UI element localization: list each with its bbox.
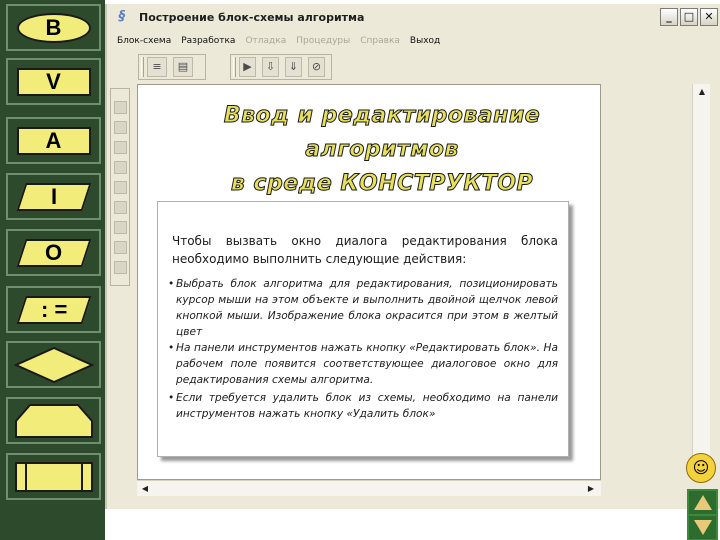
- delete-block-icon[interactable]: ▤: [173, 57, 193, 77]
- vt-begin-icon[interactable]: [114, 101, 127, 114]
- vt-action-icon[interactable]: [114, 121, 127, 134]
- palette-output-button[interactable]: O: [6, 229, 101, 276]
- app-icon: §: [118, 9, 126, 24]
- io-input-label: I: [50, 183, 57, 209]
- block-toolbar: [110, 88, 130, 286]
- output-label: O: [44, 239, 63, 265]
- help-character-icon[interactable]: ☺: [686, 453, 716, 483]
- palette-input-button[interactable]: V: [6, 58, 101, 105]
- vt-io-icon[interactable]: [114, 181, 127, 194]
- menu-exit[interactable]: Выход: [410, 36, 440, 46]
- instruction-item: • Выбрать блок алгоритма для редактирова…: [168, 276, 558, 340]
- palette-condition-button[interactable]: [6, 341, 101, 388]
- block-palette: B V A I O : =: [0, 0, 105, 540]
- instructions-panel: Чтобы вызвать окно диалога редактировани…: [157, 201, 569, 457]
- vt-loop-icon[interactable]: [114, 241, 127, 254]
- palette-assign-button[interactable]: : =: [6, 286, 101, 333]
- run-icon[interactable]: ▶: [239, 57, 256, 77]
- presentation-slide: B V A I O : = § Построение блок-схемы ал…: [0, 0, 720, 540]
- vt-subroutine-icon[interactable]: [114, 261, 127, 274]
- instructions-intro: Чтобы вызвать окно диалога редактировани…: [172, 234, 558, 266]
- menu-block-scheme[interactable]: Блок-схема: [117, 36, 171, 46]
- palette-io-input-button[interactable]: I: [6, 173, 101, 220]
- palette-action-button[interactable]: A: [6, 117, 101, 164]
- heading-line-1: Ввод и редактирование алгоритмов: [223, 103, 541, 163]
- edit-toolbar-group: ≡ ▤: [138, 54, 206, 80]
- step-over-icon[interactable]: ⇓: [285, 57, 302, 77]
- action-block-shape: A: [16, 126, 91, 155]
- toolbar-grip[interactable]: [141, 57, 144, 77]
- menu-bar: Блок-схема Разработка Отладка Процедуры …: [107, 32, 720, 50]
- bullet-icon: •: [168, 342, 175, 354]
- main-toolbar: ≡ ▤ ▶ ⇩ ⇓ ⊘: [107, 50, 720, 84]
- loop-hexagon-icon: [14, 403, 93, 438]
- subroutine-block-icon: [14, 461, 93, 492]
- begin-block-shape: B: [16, 12, 91, 43]
- scroll-left-arrow-icon[interactable]: ◀: [137, 481, 153, 497]
- output-block-shape: O: [15, 238, 92, 267]
- instruction-text: Выбрать блок алгоритма для редактировани…: [176, 278, 558, 338]
- stop-icon[interactable]: ⊘: [308, 57, 325, 77]
- run-toolbar-group: ▶ ⇩ ⇓ ⊘: [230, 54, 332, 80]
- maximize-button[interactable]: □: [680, 8, 698, 26]
- horizontal-scrollbar[interactable]: ◀ ▶: [137, 480, 601, 496]
- bullet-icon: •: [168, 392, 175, 404]
- window-title: Построение блок-схемы алгоритма: [139, 10, 365, 24]
- vt-input-icon[interactable]: [114, 141, 127, 154]
- io-input-block-shape: I: [15, 182, 92, 211]
- menu-help[interactable]: Справка: [360, 36, 400, 46]
- bullet-icon: •: [168, 278, 175, 290]
- window-titlebar: § Построение блок-схемы алгоритма _ □ ✕: [107, 4, 720, 30]
- vertical-scrollbar[interactable]: ▲ ▼: [692, 84, 710, 480]
- assign-label: : =: [40, 296, 67, 322]
- input-block-shape: V: [16, 67, 91, 96]
- instruction-item: • На панели инструментов нажать кнопку «…: [168, 340, 558, 388]
- minimize-button[interactable]: _: [660, 8, 678, 26]
- nav-up-button[interactable]: [687, 489, 718, 516]
- instruction-item: • Если требуется удалить блок из схемы, …: [168, 390, 558, 422]
- vt-output-icon[interactable]: [114, 161, 127, 174]
- menu-development[interactable]: Разработка: [181, 36, 235, 46]
- edit-block-icon[interactable]: ≡: [147, 57, 167, 77]
- vt-condition-icon[interactable]: [114, 221, 127, 234]
- condition-diamond-icon: [13, 346, 94, 383]
- assign-block-shape: : =: [15, 295, 92, 324]
- instruction-text: Если требуется удалить блок из схемы, не…: [176, 392, 558, 420]
- palette-loop-button[interactable]: [6, 397, 101, 444]
- palette-subroutine-button[interactable]: [6, 453, 101, 500]
- scroll-right-arrow-icon[interactable]: ▶: [583, 481, 599, 497]
- menu-procedures[interactable]: Процедуры: [296, 36, 350, 46]
- close-button[interactable]: ✕: [700, 8, 718, 26]
- toolbar-grip[interactable]: [233, 57, 236, 77]
- nav-down-button[interactable]: [687, 514, 718, 540]
- step-into-icon[interactable]: ⇩: [262, 57, 279, 77]
- down-arrow-icon: [693, 520, 712, 535]
- palette-begin-button[interactable]: B: [6, 4, 101, 51]
- scroll-up-arrow-icon[interactable]: ▲: [694, 84, 710, 100]
- up-arrow-icon: [693, 495, 712, 510]
- menu-debug[interactable]: Отладка: [245, 36, 286, 46]
- instruction-text: На панели инструментов нажать кнопку «Ре…: [176, 342, 558, 386]
- vt-assign-icon[interactable]: [114, 201, 127, 214]
